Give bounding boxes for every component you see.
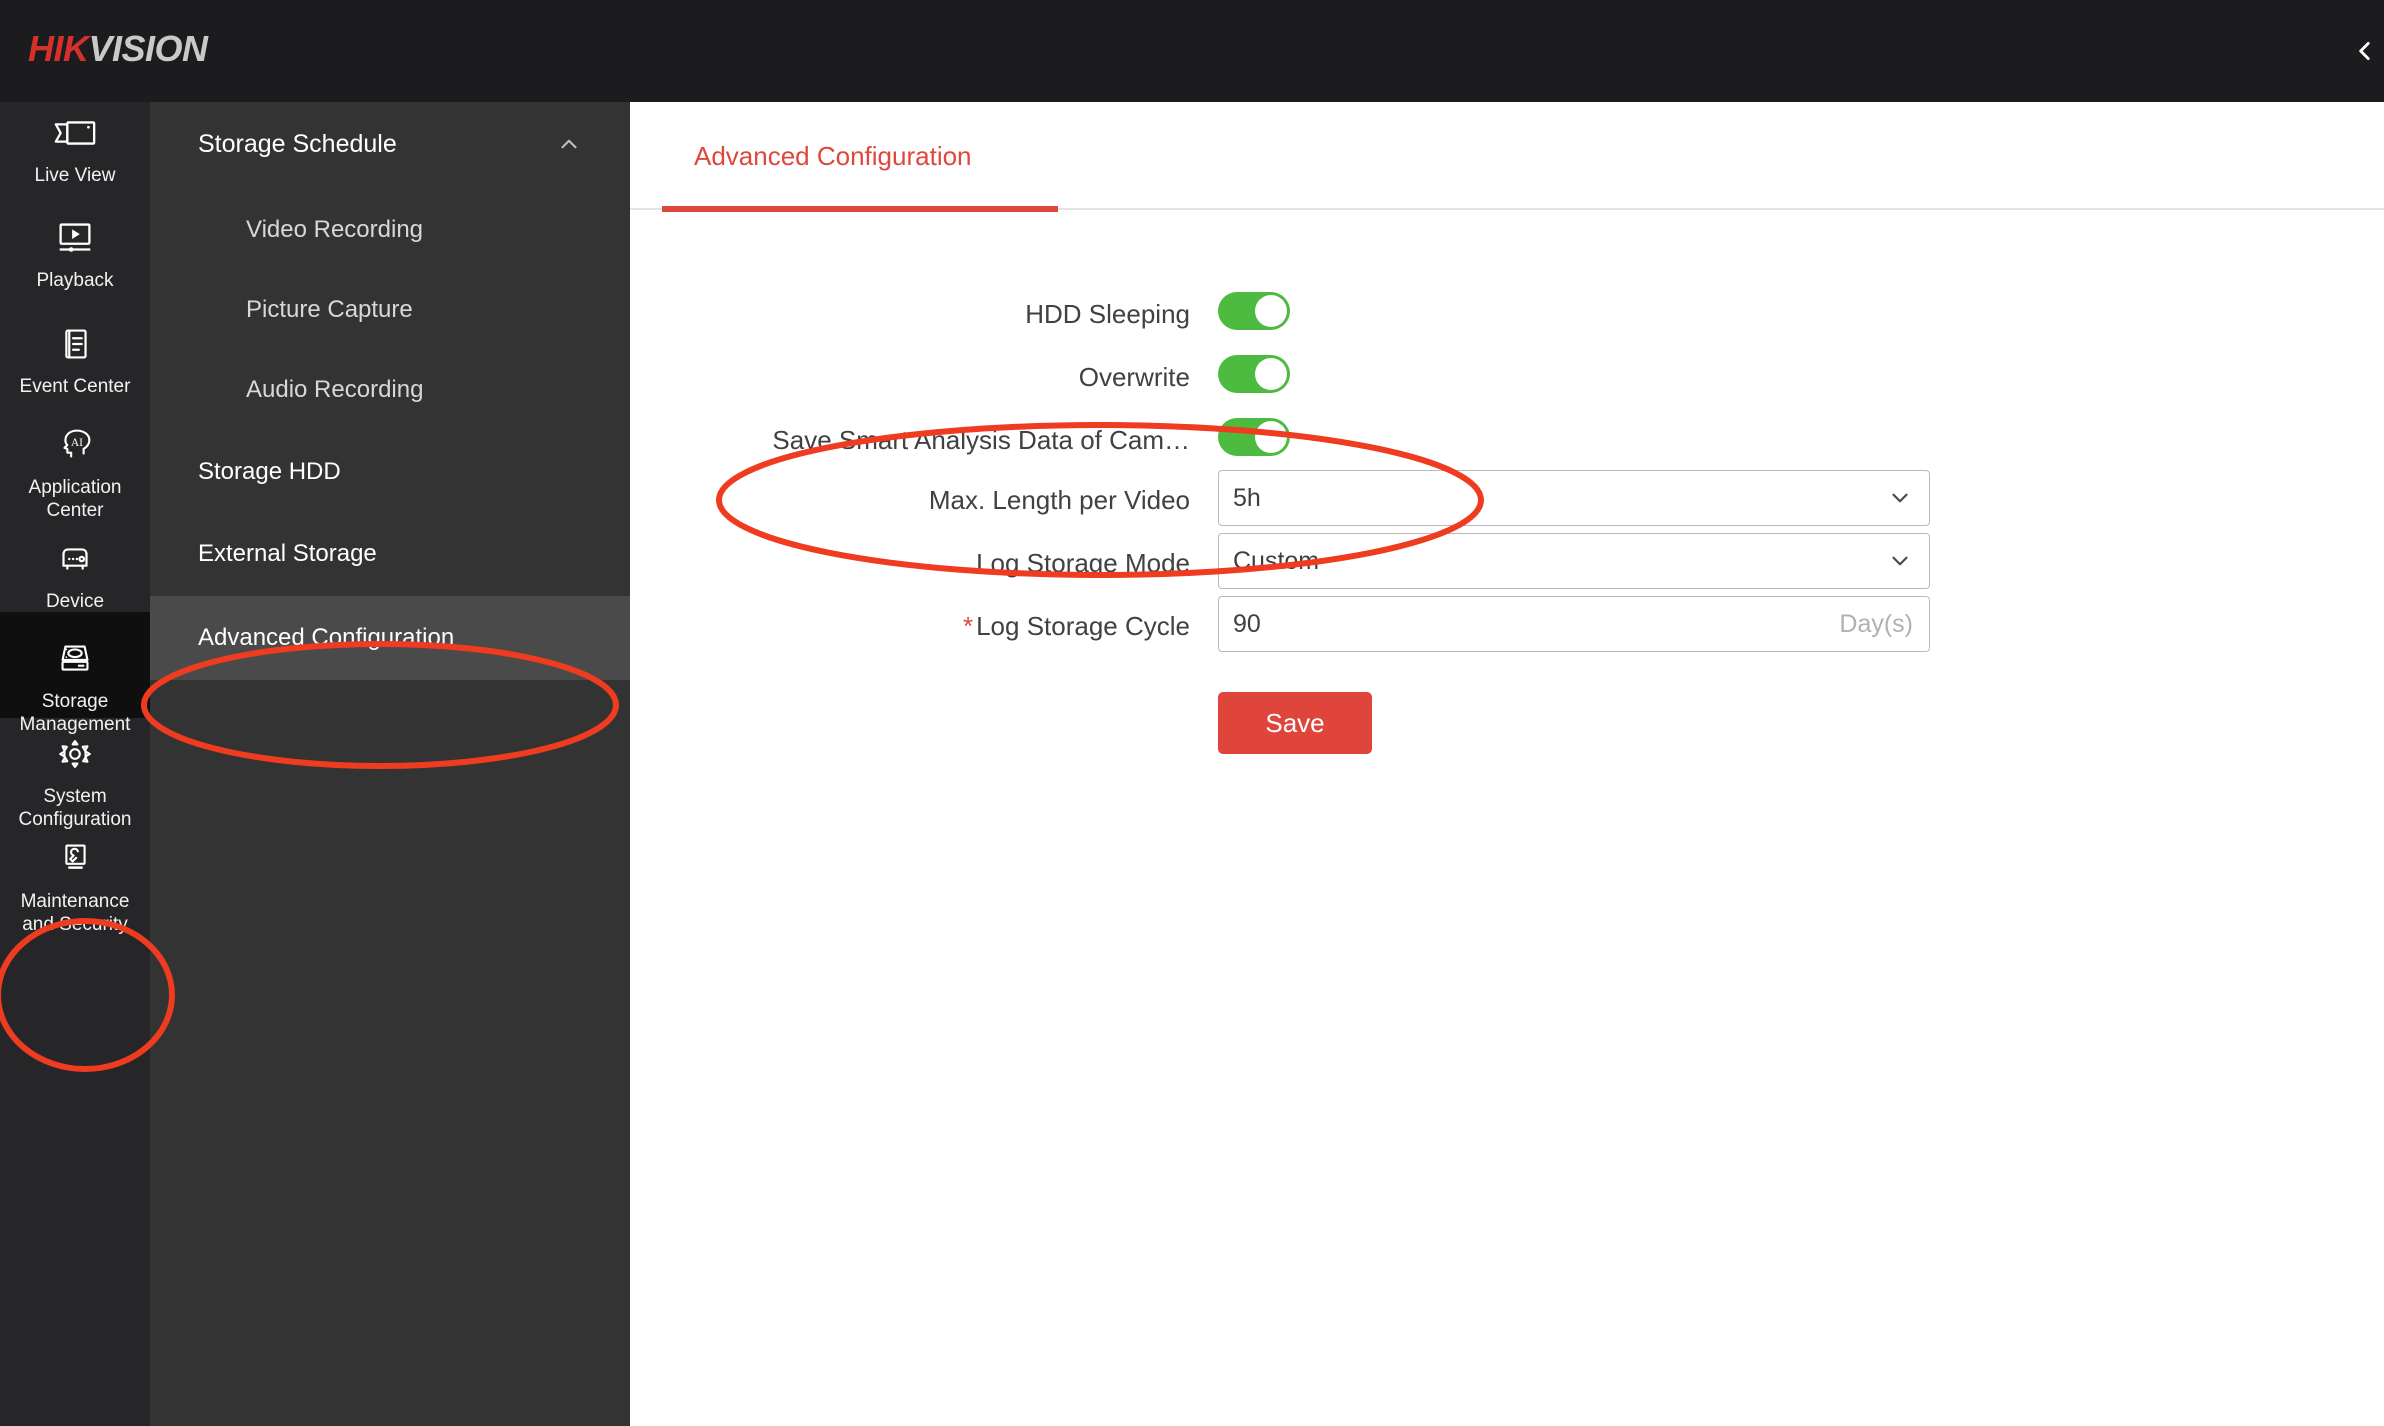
menu-item-external-storage[interactable]: External Storage: [150, 514, 630, 594]
chevron-down-icon[interactable]: [1887, 548, 1913, 574]
required-marker: *: [963, 611, 973, 641]
application-window: HIKVISION Live View: [0, 0, 2384, 1426]
overwrite-toggle[interactable]: [1218, 355, 1290, 393]
top-header-bar: HIKVISION: [0, 0, 2384, 102]
menu-item-picture-capture[interactable]: Picture Capture: [150, 270, 630, 350]
playback-icon: [52, 221, 98, 261]
menu-group-storage-schedule[interactable]: Storage Schedule: [150, 102, 630, 186]
menu-item-video-recording[interactable]: Video Recording: [150, 190, 630, 270]
hikvision-logo: HIKVISION: [28, 26, 208, 72]
sidebar-item-maintenance-and-security[interactable]: Maintenance and Security: [0, 842, 150, 936]
menu-item-label: Picture Capture: [150, 296, 413, 324]
sidebar-item-application-center[interactable]: AI Application Center: [0, 428, 150, 522]
svg-text:AI: AI: [71, 437, 83, 449]
tab-label: Advanced Configuration: [694, 141, 972, 172]
save-smart-analysis-data-label: Save Smart Analysis Data of Cam…: [630, 425, 1190, 456]
overwrite-label: Overwrite: [630, 362, 1190, 393]
menu-item-audio-recording[interactable]: Audio Recording: [150, 350, 630, 430]
secondary-menu-panel: Storage Schedule Video Recording Picture…: [150, 102, 630, 1426]
sidebar-item-live-view[interactable]: Live View: [0, 116, 150, 187]
ai-head-icon: AI: [52, 428, 98, 468]
log-storage-mode-value: Custom: [1233, 547, 1887, 576]
log-storage-cycle-value: 90: [1233, 610, 1839, 639]
log-storage-cycle-unit: Day(s): [1839, 610, 1913, 639]
log-storage-mode-select[interactable]: Custom: [1218, 533, 1930, 589]
logo-vision-text: VISION: [89, 28, 208, 69]
wrench-icon: [52, 842, 98, 882]
menu-group-label: Storage Schedule: [198, 130, 556, 159]
camera-icon: [52, 116, 98, 156]
log-storage-cycle-input[interactable]: 90 Day(s): [1218, 596, 1930, 652]
sidebar-item-label: Playback: [0, 269, 150, 292]
chevron-down-icon[interactable]: [1887, 485, 1913, 511]
toggle-knob: [1255, 421, 1287, 453]
hdd-sleeping-label: HDD Sleeping: [630, 299, 1190, 330]
menu-item-label: Video Recording: [150, 216, 423, 244]
sidebar-item-storage-management[interactable]: Storage Management: [0, 612, 150, 718]
logo-hik-text: HIK: [28, 28, 89, 69]
hdd-icon: [52, 642, 98, 682]
primary-nav-rail: Live View Playback: [0, 102, 150, 1426]
chevron-up-icon: [556, 131, 582, 157]
log-storage-mode-label: Log Storage Mode: [630, 548, 1190, 579]
max-length-per-video-select[interactable]: 5h: [1218, 470, 1930, 526]
menu-item-storage-hdd[interactable]: Storage HDD: [150, 432, 630, 512]
gear-icon: [52, 737, 98, 777]
menu-item-label: Advanced Configuration: [150, 624, 454, 652]
tab-bar: Advanced Configuration: [630, 102, 2384, 210]
sidebar-item-label: Application Center: [0, 476, 150, 522]
menu-item-label: Audio Recording: [150, 376, 423, 404]
chevron-left-icon[interactable]: [2352, 38, 2378, 64]
log-storage-cycle-label-text: Log Storage Cycle: [976, 611, 1190, 641]
toggle-knob: [1255, 358, 1287, 390]
menu-item-label: Storage HDD: [150, 458, 341, 486]
sidebar-item-label: Storage Management: [0, 690, 150, 736]
sidebar-item-label: Maintenance and Security: [0, 890, 150, 936]
hdd-sleeping-toggle[interactable]: [1218, 292, 1290, 330]
tab-active-underline: [662, 206, 1058, 212]
sidebar-item-label: Live View: [0, 164, 150, 187]
save-smart-analysis-data-toggle[interactable]: [1218, 418, 1290, 456]
max-length-per-video-label: Max. Length per Video: [630, 485, 1190, 516]
toggle-knob: [1255, 295, 1287, 327]
save-button[interactable]: Save: [1218, 692, 1372, 754]
sidebar-item-system-configuration[interactable]: System Configuration: [0, 737, 150, 831]
sidebar-item-playback[interactable]: Playback: [0, 221, 150, 292]
menu-item-label: External Storage: [150, 540, 377, 568]
main-content: Advanced Configuration HDD Sleeping Over…: [630, 102, 2384, 1426]
sidebar-item-event-center[interactable]: Event Center: [0, 327, 150, 398]
device-box-icon: [52, 542, 98, 582]
tab-advanced-configuration[interactable]: Advanced Configuration: [662, 102, 1004, 210]
log-storage-cycle-label: *Log Storage Cycle: [630, 611, 1190, 642]
menu-item-advanced-configuration[interactable]: Advanced Configuration: [150, 596, 630, 680]
sidebar-item-label: Event Center: [0, 375, 150, 398]
event-document-icon: [52, 327, 98, 367]
sidebar-item-label: System Configuration: [0, 785, 150, 831]
max-length-per-video-value: 5h: [1233, 484, 1887, 513]
